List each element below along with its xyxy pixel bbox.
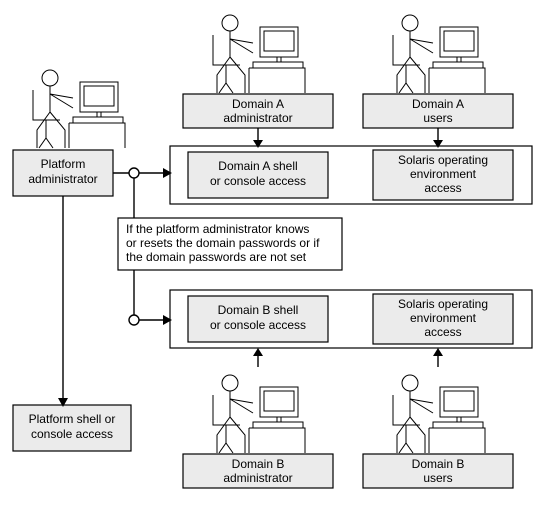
domain-b-users-l2: users: [423, 471, 452, 485]
platform-shell-label-l2: console access: [31, 427, 113, 441]
svg-text:console access: console access: [31, 427, 113, 441]
condition-l2: or resets the domain passwords or if: [126, 236, 320, 250]
svg-text:environment: environment: [410, 311, 477, 325]
svg-text:If the platform administrator: If the platform administrator knows: [126, 222, 309, 236]
domain-a-shell-l2: or console access: [210, 174, 306, 188]
figure-domain-a-admin: [213, 15, 305, 93]
figure-domain-b-users: [393, 375, 485, 453]
svg-text:or console access: or console access: [210, 318, 306, 332]
svg-text:administrator: administrator: [28, 172, 97, 186]
svg-text:access: access: [424, 181, 461, 195]
svg-text:environment: environment: [410, 167, 477, 181]
svg-text:Domain A shell: Domain A shell: [218, 159, 297, 173]
svg-text:Domain B: Domain B: [412, 457, 465, 471]
svg-text:access: access: [424, 325, 461, 339]
svg-text:administrator: administrator: [223, 471, 292, 485]
svg-text:users: users: [423, 471, 452, 485]
figure-domain-b-admin: [213, 375, 305, 453]
domain-a-os-l2: environment: [410, 167, 477, 181]
platform-admin-label-l2: administrator: [28, 172, 97, 186]
svg-text:Domain B: Domain B: [232, 457, 285, 471]
domain-b-os-l1: Solaris operating: [398, 297, 488, 311]
svg-text:users: users: [423, 111, 452, 125]
svg-text:Solaris operating: Solaris operating: [398, 297, 488, 311]
svg-text:Domain B shell: Domain B shell: [218, 303, 299, 317]
domain-b-shell-l1: Domain B shell: [218, 303, 299, 317]
domain-b-admin-l2: administrator: [223, 471, 292, 485]
domain-b-os-l2: environment: [410, 311, 477, 325]
svg-text:Platform shell or: Platform shell or: [29, 412, 116, 426]
svg-text:Solaris operating: Solaris operating: [398, 153, 488, 167]
svg-text:Platform: Platform: [41, 157, 86, 171]
svg-text:or console access: or console access: [210, 174, 306, 188]
domain-a-admin-l2: administrator: [223, 111, 292, 125]
domain-b-admin-l1: Domain B: [232, 457, 285, 471]
domain-b-os-l3: access: [424, 325, 461, 339]
svg-text:Domain A: Domain A: [232, 97, 284, 111]
platform-admin-label-l1: Platform: [41, 157, 86, 171]
domain-a-users-l1: Domain A: [412, 97, 464, 111]
svg-text:Domain A: Domain A: [412, 97, 464, 111]
platform-shell-label-l1: Platform shell or: [29, 412, 116, 426]
svg-text:the domain passwords are not s: the domain passwords are not set: [126, 250, 307, 264]
svg-text:administrator: administrator: [223, 111, 292, 125]
figure-platform-admin: [33, 70, 125, 148]
figure-domain-a-users: [393, 15, 485, 93]
condition-l3: the domain passwords are not set: [126, 250, 307, 264]
condition-l1: If the platform administrator knows: [126, 222, 309, 236]
svg-text:or resets the domain passwords: or resets the domain passwords or if: [126, 236, 320, 250]
domain-a-os-l1: Solaris operating: [398, 153, 488, 167]
domain-b-users-l1: Domain B: [412, 457, 465, 471]
domain-b-shell-l2: or console access: [210, 318, 306, 332]
domain-a-os-l3: access: [424, 181, 461, 195]
domain-a-users-l2: users: [423, 111, 452, 125]
domain-a-shell-l1: Domain A shell: [218, 159, 297, 173]
domain-a-admin-l1: Domain A: [232, 97, 284, 111]
